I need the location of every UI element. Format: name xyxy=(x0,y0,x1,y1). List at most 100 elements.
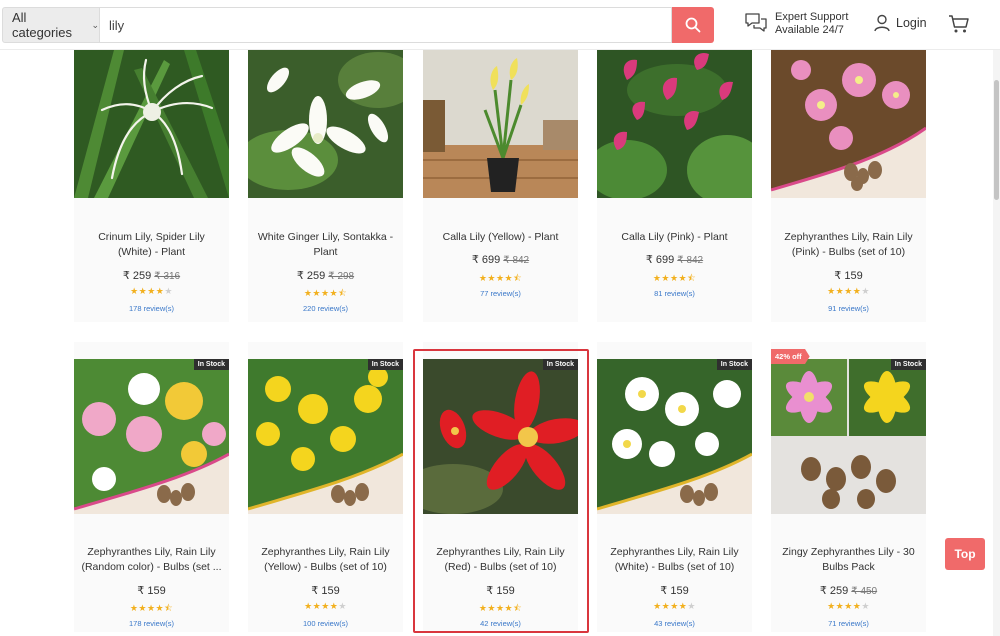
review-count[interactable]: 43 review(s) xyxy=(597,619,752,628)
product-name[interactable]: White Ginger Lily, Sontakka - Plant xyxy=(254,230,397,260)
product-image[interactable] xyxy=(423,50,578,205)
login-link[interactable]: Login xyxy=(874,14,927,32)
product-price: ₹ 259 ₹ 298 xyxy=(248,269,403,282)
support-subtitle: Available 24/7 xyxy=(775,24,844,36)
cart-button[interactable] xyxy=(948,13,970,40)
chevron-down-icon: ⌄ xyxy=(91,19,99,30)
review-count[interactable]: 178 review(s) xyxy=(74,619,229,628)
cart-icon xyxy=(949,15,969,33)
rating-stars: ★★★★⯪ xyxy=(652,273,697,283)
discount-badge: 42% off xyxy=(771,349,810,364)
product-name[interactable]: Zephyranthes Lily, Rain Lily (Yellow) - … xyxy=(254,545,397,575)
review-count[interactable]: 71 review(s) xyxy=(771,619,926,628)
stock-badge: In Stock xyxy=(367,359,403,370)
site-header: All categories ⌄ Expert Support Availabl… xyxy=(0,0,1000,50)
review-count[interactable]: 81 review(s) xyxy=(597,289,752,298)
product-card[interactable]: In Stock Zephyranthes Lily, Rain Lily (R… xyxy=(423,342,578,632)
product-name[interactable]: Zephyranthes Lily, Rain Lily (Pink) - Bu… xyxy=(777,230,920,260)
product-price: ₹ 159 xyxy=(597,584,752,597)
stock-badge: In Stock xyxy=(542,359,578,370)
product-image[interactable] xyxy=(248,50,403,205)
old-price: ₹ 298 xyxy=(328,271,355,282)
product-price: ₹ 699 ₹ 842 xyxy=(597,253,752,266)
current-price: ₹ 699 xyxy=(645,254,675,266)
old-price: ₹ 316 xyxy=(154,271,181,282)
product-name[interactable]: Crinum Lily, Spider Lily (White) - Plant xyxy=(80,230,223,260)
product-card[interactable]: In Stock 42% off Zingy Zephyranthes Lily… xyxy=(771,342,926,632)
rating-stars: ★★★★★ xyxy=(653,601,696,611)
search-input[interactable] xyxy=(100,7,672,43)
current-price: ₹ 259 xyxy=(122,270,152,282)
stock-badge: In Stock xyxy=(193,359,229,370)
category-select-label: All categories xyxy=(12,10,72,40)
rating-stars: ★★★★★ xyxy=(304,601,347,611)
product-price: ₹ 159 xyxy=(423,584,578,597)
review-count[interactable]: 42 review(s) xyxy=(423,619,578,628)
search-icon xyxy=(685,17,701,33)
product-price: ₹ 159 xyxy=(248,584,403,597)
product-price: ₹ 159 xyxy=(74,584,229,597)
chat-support-icon xyxy=(745,13,767,32)
current-price: ₹ 699 xyxy=(471,254,501,266)
current-price: ₹ 159 xyxy=(834,270,863,282)
product-name[interactable]: Zingy Zephyranthes Lily - 30 Bulbs Pack xyxy=(777,545,920,575)
stock-badge: In Stock xyxy=(890,359,926,370)
product-card[interactable]: Calla Lily (Pink) - Plant ₹ 699 ₹ 842 ★★★… xyxy=(597,50,752,322)
product-image[interactable]: In Stock xyxy=(423,359,578,514)
review-count[interactable]: 220 review(s) xyxy=(248,304,403,313)
product-card[interactable]: Crinum Lily, Spider Lily (White) - Plant… xyxy=(74,50,229,322)
rating-stars: ★★★★★ xyxy=(827,601,870,611)
search-button[interactable] xyxy=(672,7,714,43)
current-price: ₹ 259 xyxy=(296,270,326,282)
product-name[interactable]: Zephyranthes Lily, Rain Lily (White) - B… xyxy=(603,545,746,575)
product-card[interactable]: In Stock Zephyranthes Lily, Rain Lily (Y… xyxy=(248,342,403,632)
category-select[interactable]: All categories ⌄ xyxy=(2,7,100,43)
back-to-top-button[interactable]: Top xyxy=(945,538,985,570)
page-scrollbar[interactable] xyxy=(993,50,1000,636)
current-price: ₹ 159 xyxy=(311,585,340,597)
stock-badge: In Stock xyxy=(716,359,752,370)
product-card[interactable]: In Stock Zephyranthes Lily, Rain Lily (W… xyxy=(597,342,752,632)
product-price: ₹ 159 xyxy=(771,269,926,282)
rating-stars: ★★★★★ xyxy=(130,286,173,296)
rating-stars: ★★★★⯪ xyxy=(303,288,348,298)
product-image[interactable]: In Stock 42% off xyxy=(771,349,926,514)
rating-stars: ★★★★★ xyxy=(827,286,870,296)
product-price: ₹ 259 ₹ 450 xyxy=(771,584,926,597)
product-image[interactable] xyxy=(74,50,229,205)
expert-support[interactable]: Expert Support Available 24/7 xyxy=(744,11,848,37)
product-price: ₹ 699 ₹ 842 xyxy=(423,253,578,266)
product-name[interactable]: Zephyranthes Lily, Rain Lily (Random col… xyxy=(80,545,223,575)
old-price: ₹ 842 xyxy=(503,255,530,266)
product-name[interactable]: Calla Lily (Yellow) - Plant xyxy=(429,230,572,245)
review-count[interactable]: 100 review(s) xyxy=(248,619,403,628)
current-price: ₹ 159 xyxy=(660,585,689,597)
support-title: Expert Support xyxy=(775,11,849,23)
current-price: ₹ 259 xyxy=(819,585,849,597)
review-count[interactable]: 178 review(s) xyxy=(74,304,229,313)
product-image[interactable] xyxy=(597,50,752,205)
user-icon xyxy=(874,14,890,32)
product-image[interactable]: In Stock xyxy=(597,359,752,514)
current-price: ₹ 159 xyxy=(486,585,515,597)
product-name[interactable]: Zephyranthes Lily, Rain Lily (Red) - Bul… xyxy=(429,545,572,575)
product-card[interactable]: In Stock Zephyranthes Lily, Rain Lily (R… xyxy=(74,342,229,632)
login-label: Login xyxy=(896,16,927,30)
product-card[interactable]: Calla Lily (Yellow) - Plant ₹ 699 ₹ 842 ★… xyxy=(423,50,578,322)
product-name[interactable]: Calla Lily (Pink) - Plant xyxy=(603,230,746,245)
old-price: ₹ 842 xyxy=(677,255,704,266)
rating-stars: ★★★★⯪ xyxy=(478,273,523,283)
product-card[interactable]: White Ginger Lily, Sontakka - Plant ₹ 25… xyxy=(248,50,403,322)
current-price: ₹ 159 xyxy=(137,585,166,597)
product-image[interactable]: In Stock xyxy=(248,359,403,514)
review-count[interactable]: 77 review(s) xyxy=(423,289,578,298)
scrollbar-thumb[interactable] xyxy=(994,80,999,200)
product-image[interactable]: In Stock xyxy=(74,359,229,514)
product-card[interactable]: Zephyranthes Lily, Rain Lily (Pink) - Bu… xyxy=(771,50,926,322)
rating-stars: ★★★★⯪ xyxy=(129,603,174,613)
product-price: ₹ 259 ₹ 316 xyxy=(74,269,229,282)
old-price: ₹ 450 xyxy=(851,586,878,597)
review-count[interactable]: 91 review(s) xyxy=(771,304,926,313)
product-image[interactable] xyxy=(771,50,926,205)
rating-stars: ★★★★⯪ xyxy=(478,603,523,613)
